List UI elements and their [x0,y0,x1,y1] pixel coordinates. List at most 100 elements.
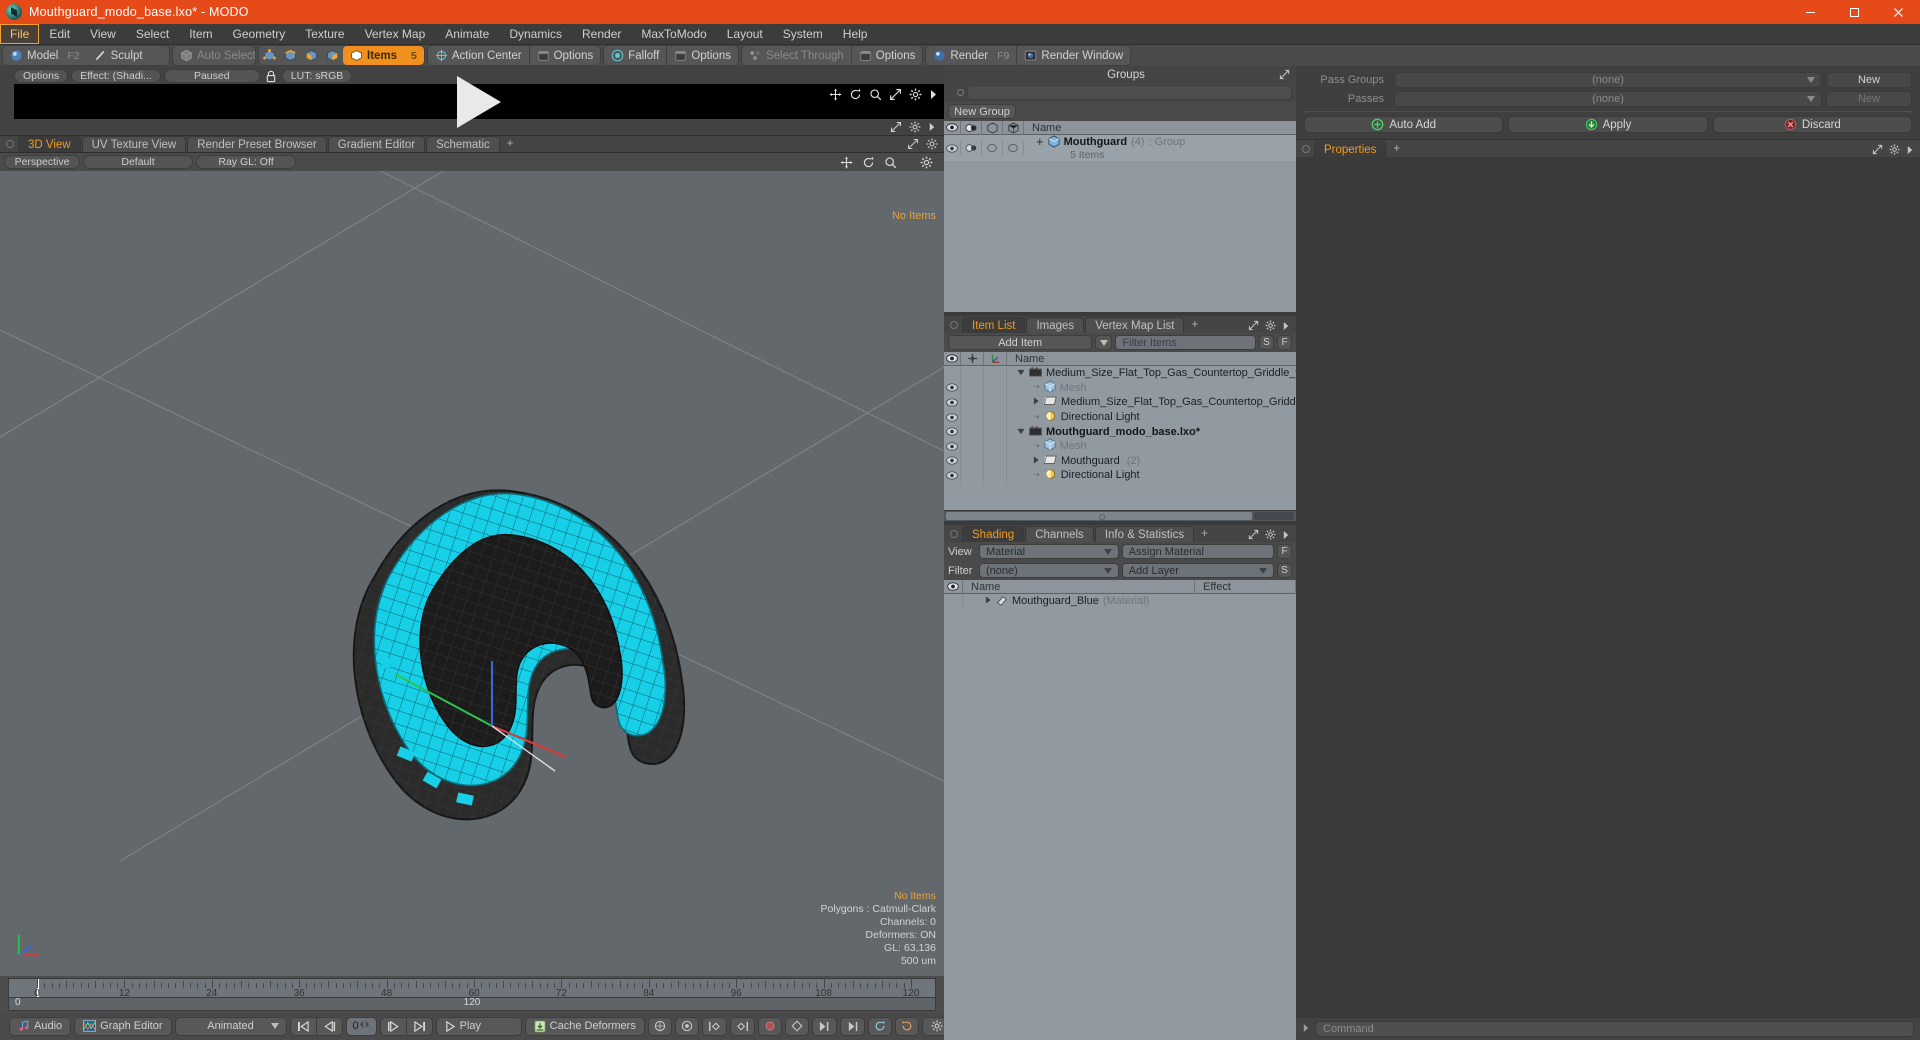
discard-button[interactable]: Discard [1712,116,1912,133]
menu-render[interactable]: Render [572,24,631,44]
cache-deformers-button[interactable]: Cache Deformers [524,1016,645,1036]
render-options-button[interactable]: Options [14,69,69,83]
panel-menu-dot-icon[interactable] [6,140,14,148]
sculpt-mode-button[interactable]: Sculpt [87,46,169,65]
filter-s-button[interactable]: S [1259,335,1274,350]
scrollbar-track-end[interactable] [1254,512,1294,520]
panel-menu-dot-icon[interactable] [957,89,964,96]
col-shade-icon[interactable] [982,120,1003,135]
menu-edit[interactable]: Edit [39,24,80,44]
row-eye-toggle[interactable] [944,594,963,609]
tab-add-button[interactable]: + [1185,317,1204,333]
frame-stepper-icon[interactable] [359,1020,370,1032]
key-last-button[interactable] [839,1016,865,1036]
action-center-options-button[interactable]: Options [530,46,601,65]
group-row-name[interactable]: + Mouthguard (4) : Group 5 Items [1024,135,1296,161]
tab-info-statistics[interactable]: Info & Statistics [1094,526,1195,542]
shading-table-body[interactable]: Mouthguard_Blue (Material) [944,594,1296,1040]
apply-button[interactable]: Apply [1508,116,1708,133]
auto-select-button[interactable]: Auto Select [173,46,255,65]
tab-item-list[interactable]: Item List [962,317,1026,333]
gear-icon[interactable] [1265,529,1276,540]
expand-icon[interactable] [889,88,902,101]
maximize-button[interactable] [1832,0,1876,24]
row-axis-toggle[interactable] [984,395,1007,410]
row-lock-toggle[interactable] [961,380,984,396]
table-row[interactable]: ‧▪ Mesh [944,380,1296,396]
scrollbar-thumb[interactable] [946,512,1252,520]
chevron-right-icon[interactable] [929,89,938,100]
table-row[interactable]: + Mouthguard (4) : Group 5 Items [944,135,1296,161]
row-lock-toggle[interactable] [961,453,984,469]
step-back-button[interactable] [315,1016,343,1036]
falloff-options-button[interactable]: Options [667,46,738,65]
chevron-right-icon[interactable] [1906,145,1914,155]
viewport-style-button[interactable]: Default [83,155,193,169]
filter-f-button[interactable]: F [1277,335,1292,350]
menu-texture[interactable]: Texture [295,24,354,44]
key-prev-button[interactable] [701,1016,727,1036]
animation-mode-select[interactable]: Animated [174,1016,287,1036]
row-lock-toggle[interactable] [961,424,984,439]
viewport-raygl-button[interactable]: Ray GL: Off [196,155,296,169]
expand-icon[interactable] [890,121,902,133]
gear-icon[interactable] [920,156,933,169]
tab-3d-view[interactable]: 3D View [18,136,81,152]
auto-add-button[interactable]: Auto Add [1304,116,1504,133]
table-row[interactable]: Medium_Size_Flat_Top_Gas_Countertop_Grid… [944,366,1296,381]
row-eye-toggle[interactable] [944,468,961,483]
tab-images[interactable]: Images [1026,317,1085,333]
menu-view[interactable]: View [80,24,126,44]
chevron-right-icon[interactable] [928,122,936,132]
play-triangle-icon[interactable] [457,75,501,128]
items-mode-button[interactable]: Items 5 [343,46,424,65]
table-row[interactable]: ‧▪ Directional Light [944,468,1296,483]
row-eye-toggle[interactable] [944,366,961,381]
row-lock-toggle[interactable] [961,366,984,381]
tab-uv-texture-view[interactable]: UV Texture View [81,136,187,152]
expander-down-icon[interactable] [1017,426,1025,438]
viewport-projection-button[interactable]: Perspective [4,155,80,169]
col-lock-icon[interactable] [961,351,984,366]
vertex-mode-button[interactable] [259,46,280,65]
item-list-horizontal-scrollbar[interactable] [944,510,1296,521]
audio-button[interactable]: Audio [9,1016,72,1036]
item-row-name[interactable]: ‧▪ Mesh [1007,380,1296,396]
action-center-button[interactable]: Action Center [428,46,529,65]
row-eye-toggle[interactable] [944,140,961,156]
expand-icon[interactable] [1872,144,1883,155]
select-through-options-button[interactable]: Options [852,46,923,65]
table-row[interactable]: ‧▪ Directional Light [944,409,1296,425]
menu-layout[interactable]: Layout [717,24,773,44]
edge-mode-button[interactable] [280,46,301,65]
rotate-key-back-button[interactable] [894,1016,919,1036]
filter-items-input[interactable]: Filter Items [1115,335,1256,350]
select-through-button[interactable]: Select Through [742,46,851,65]
filter-select[interactable]: (none) [979,563,1119,578]
menu-system[interactable]: System [773,24,833,44]
tab-vertex-map-list[interactable]: Vertex Map List [1085,317,1185,333]
menu-help[interactable]: Help [833,24,878,44]
row-wire-toggle[interactable] [1003,140,1024,156]
table-row[interactable]: Medium_Size_Flat_Top_Gas_Countertop_Grid… [944,395,1296,410]
expander-right-icon[interactable] [1033,455,1040,467]
table-row[interactable]: Mouthguard_Blue (Material) [944,594,1296,609]
viewport-3d[interactable]: No Items No Items Polygons : Catmull-Cla… [0,171,944,976]
col-visibility-eye-icon[interactable] [944,579,963,594]
row-eye-toggle[interactable] [944,438,961,454]
go-to-end-button[interactable] [405,1016,433,1036]
tab-shading[interactable]: Shading [962,526,1025,542]
panel-menu-dot-icon[interactable] [1302,145,1310,153]
menu-select[interactable]: Select [126,24,179,44]
expander-down-icon[interactable] [1017,367,1025,379]
timeline-range-bar[interactable]: 0 120 [8,997,936,1011]
menu-item[interactable]: Item [179,24,222,44]
play-button[interactable]: Play [435,1016,522,1036]
item-row-name[interactable]: Medium_Size_Flat_Top_Gas_Countertop_Grid… [1007,366,1296,380]
add-layer-button[interactable]: Add Layer [1121,563,1274,578]
polygon-mode-button[interactable] [301,46,322,65]
menu-animate[interactable]: Animate [435,24,499,44]
row-axis-toggle[interactable] [984,438,1007,454]
expand-icon[interactable] [1248,320,1259,331]
lock-icon[interactable] [265,70,277,83]
